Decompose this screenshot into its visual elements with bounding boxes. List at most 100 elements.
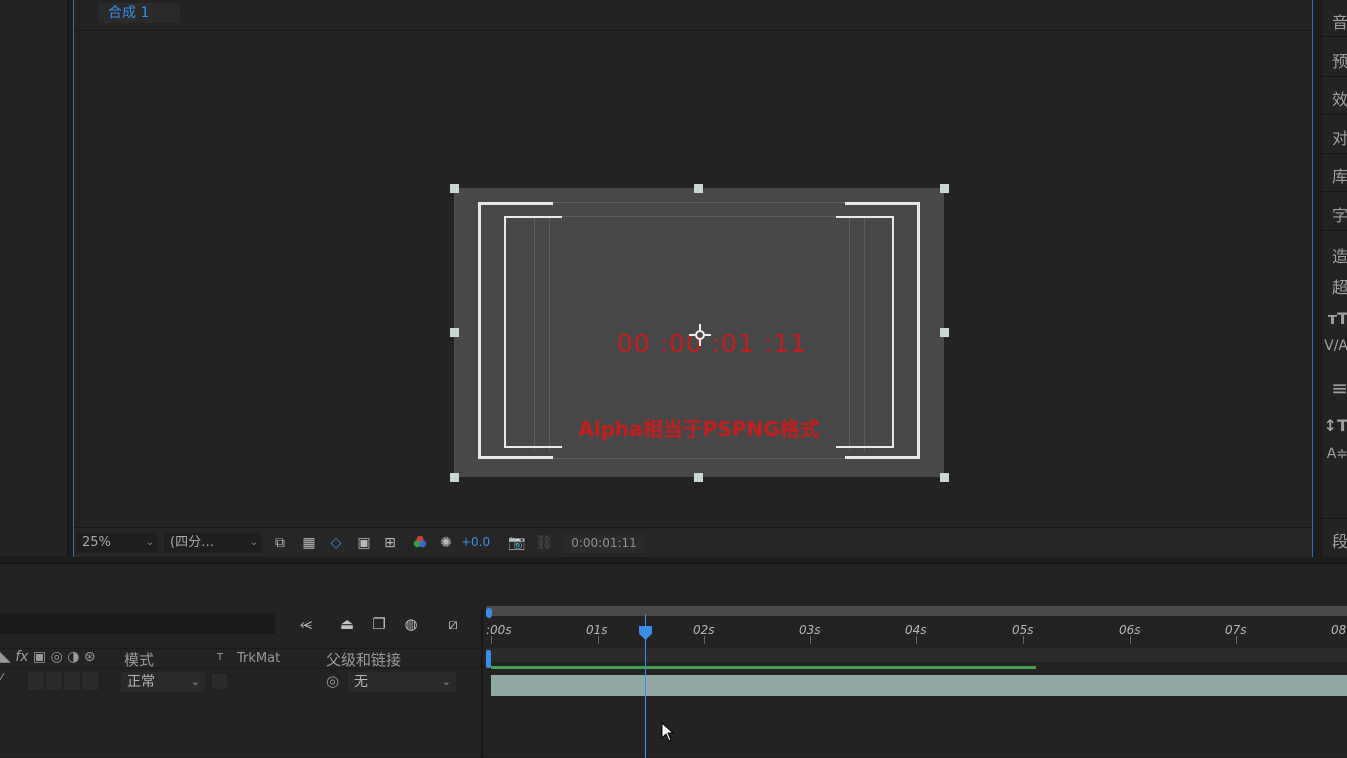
font-style-field[interactable]: 超 [1322,274,1347,298]
selection-handle[interactable] [450,473,459,482]
layer-mode-select[interactable]: 正常 ⌄ [121,672,205,692]
time-ruler[interactable]: :00s 01s 02s 03s 04s 05s 06s 07s 08 [486,606,1347,646]
panel-tab-character[interactable]: 字 [1322,202,1347,226]
viewer-tab-bar: 合成 1 [74,0,1312,31]
baseline-shift-icon[interactable]: A≑ [1322,446,1347,462]
region-of-interest-icon[interactable]: ▣ [355,534,373,552]
stroke-width-icon[interactable]: ≡ [1322,376,1347,400]
channel-rgb-icon[interactable] [411,534,429,552]
ruler-label: 03s [799,623,821,637]
column-t: T [217,652,224,663]
chevron-down-icon: ⌄ [190,675,200,688]
divider [1322,153,1347,154]
timeline-column-header: ◣ fx ▣ ◎ ◑ ⊛ 模式 T TrkMat 父级和链接 [0,648,480,669]
panel-tab-paragraph[interactable]: 段 [1322,528,1347,552]
comp-flowchart-icon[interactable]: ⥷ [295,613,317,635]
divider [1322,518,1347,519]
resolution-select[interactable]: (四分… ⌄ [164,533,262,553]
chevron-down-icon: ⌄ [249,537,258,548]
divider [1322,36,1347,37]
selection-handle[interactable] [940,473,949,482]
camera-snapshot-icon[interactable]: 📷 [508,534,526,552]
ruler-tick [491,636,492,644]
selection-handle[interactable] [450,328,459,337]
selection-handle[interactable] [940,184,949,193]
comp-canvas[interactable]: 00 :00 :01 :11 Alpha相当于PSPNG格式 [74,31,1312,526]
comp-frame[interactable]: 00 :00 :01 :11 Alpha相当于PSPNG格式 [450,184,949,482]
selection-handle[interactable] [694,184,703,193]
panel-tab-align[interactable]: 对 [1322,125,1347,149]
project-panel-edge [0,0,68,556]
divider [1322,191,1347,192]
parent-value: 无 [354,674,368,690]
exposure-reset-icon[interactable]: ✺ [437,534,455,552]
right-panel-tabs: 音 预 效 对 库 字 造 超 тT V/A ≡ ↕T A≑ 段 [1321,0,1347,557]
render-cache-bar [491,666,1036,669]
pick-whip-icon[interactable]: ◎ [326,672,339,690]
anchor-point-icon[interactable] [688,323,712,347]
selection-handle[interactable] [940,328,949,337]
mask-path-icon[interactable]: ◇ [327,534,345,552]
ruler-tick [1023,636,1024,644]
motion-blur-icon[interactable]: ◍ [400,613,422,635]
comp-tab[interactable]: 合成 1 [98,3,180,23]
ruler-label: 07s [1225,623,1247,637]
timeline-divider[interactable] [481,609,483,758]
selection-handle[interactable] [694,473,703,482]
font-family-field[interactable]: 造 [1322,243,1347,267]
mouse-cursor-icon [661,722,675,742]
graph-editor-icon[interactable]: ⧄ [442,613,464,635]
chevron-down-icon: ⌄ [145,537,154,548]
ruler-tick [1236,636,1237,644]
ruler-tick [1130,636,1131,644]
column-mode: 模式 [124,651,155,669]
work-area-bar[interactable] [486,606,1347,616]
panel-tab-effects[interactable]: 效 [1322,86,1347,110]
shy-layers-icon[interactable]: ⏏ [336,613,358,635]
ruler-label: 02s [693,623,715,637]
trkmat-toggle[interactable] [212,674,227,689]
viewer-toolbar: 25% ⌄ (四分… ⌄ ⧉ ▦ ◇ ▣ ⊞ ✺ +0.0 📷 ⛓ 0:00:0… [74,527,1312,557]
ruler-tick [704,636,705,644]
work-area-start-handle[interactable] [486,608,492,618]
font-size-icon[interactable]: тT [1322,309,1347,328]
grid-guides-icon[interactable]: ⊞ [381,534,399,552]
divider [1322,230,1347,231]
current-time-display[interactable]: 0:00:01:11 [564,533,644,553]
divider [1322,76,1347,77]
ruler-label: 01s [586,623,608,637]
exposure-value[interactable]: +0.0 [461,535,490,549]
zoom-value: 25% [82,535,111,550]
divider [1322,114,1347,115]
snapshot-fit-icon[interactable]: ⧉ [271,534,289,552]
ruler-tick [810,636,811,644]
ruler-label: :00s [486,623,512,637]
layer-row[interactable]: ⁄ 正常 ⌄ ◎ 无 ⌄ [0,670,480,694]
kerning-icon[interactable]: V/A [1322,338,1347,354]
layer-search-input[interactable] [0,613,275,634]
track-area[interactable] [486,648,1347,758]
transparency-grid-icon[interactable]: ▦ [300,534,318,552]
parent-select[interactable]: 无 ⌄ [348,672,456,692]
selection-handle[interactable] [450,184,459,193]
pencil-icon[interactable]: ⁄ [0,672,2,687]
frame-blending-icon[interactable]: ❐ [368,613,390,635]
column-parent: 父级和链接 [326,651,402,669]
panel-tab-audio[interactable]: 音 [1322,9,1347,33]
switch-icons: ◣ fx ▣ ◎ ◑ ⊛ [0,649,96,665]
column-trkmat: TrkMat [237,651,281,666]
layer-switches[interactable] [28,672,98,690]
panel-tab-preview[interactable]: 预 [1322,48,1347,72]
timecode-overlay: 00 :00 :01 :11 [616,329,808,358]
ruler-label: 05s [1012,623,1034,637]
vertical-scale-icon[interactable]: ↕T [1322,416,1347,435]
guide-line [549,216,849,217]
ruler-label: 04s [905,623,927,637]
layer-duration-bar[interactable] [491,675,1347,696]
zoom-select[interactable]: 25% ⌄ [76,533,158,553]
panel-tab-library[interactable]: 库 [1322,163,1347,187]
ruler-label: 06s [1119,623,1141,637]
work-area-track [486,648,1347,662]
show-snapshot-icon[interactable]: ⛓ [535,534,553,552]
layer-mode-value: 正常 [127,674,155,690]
